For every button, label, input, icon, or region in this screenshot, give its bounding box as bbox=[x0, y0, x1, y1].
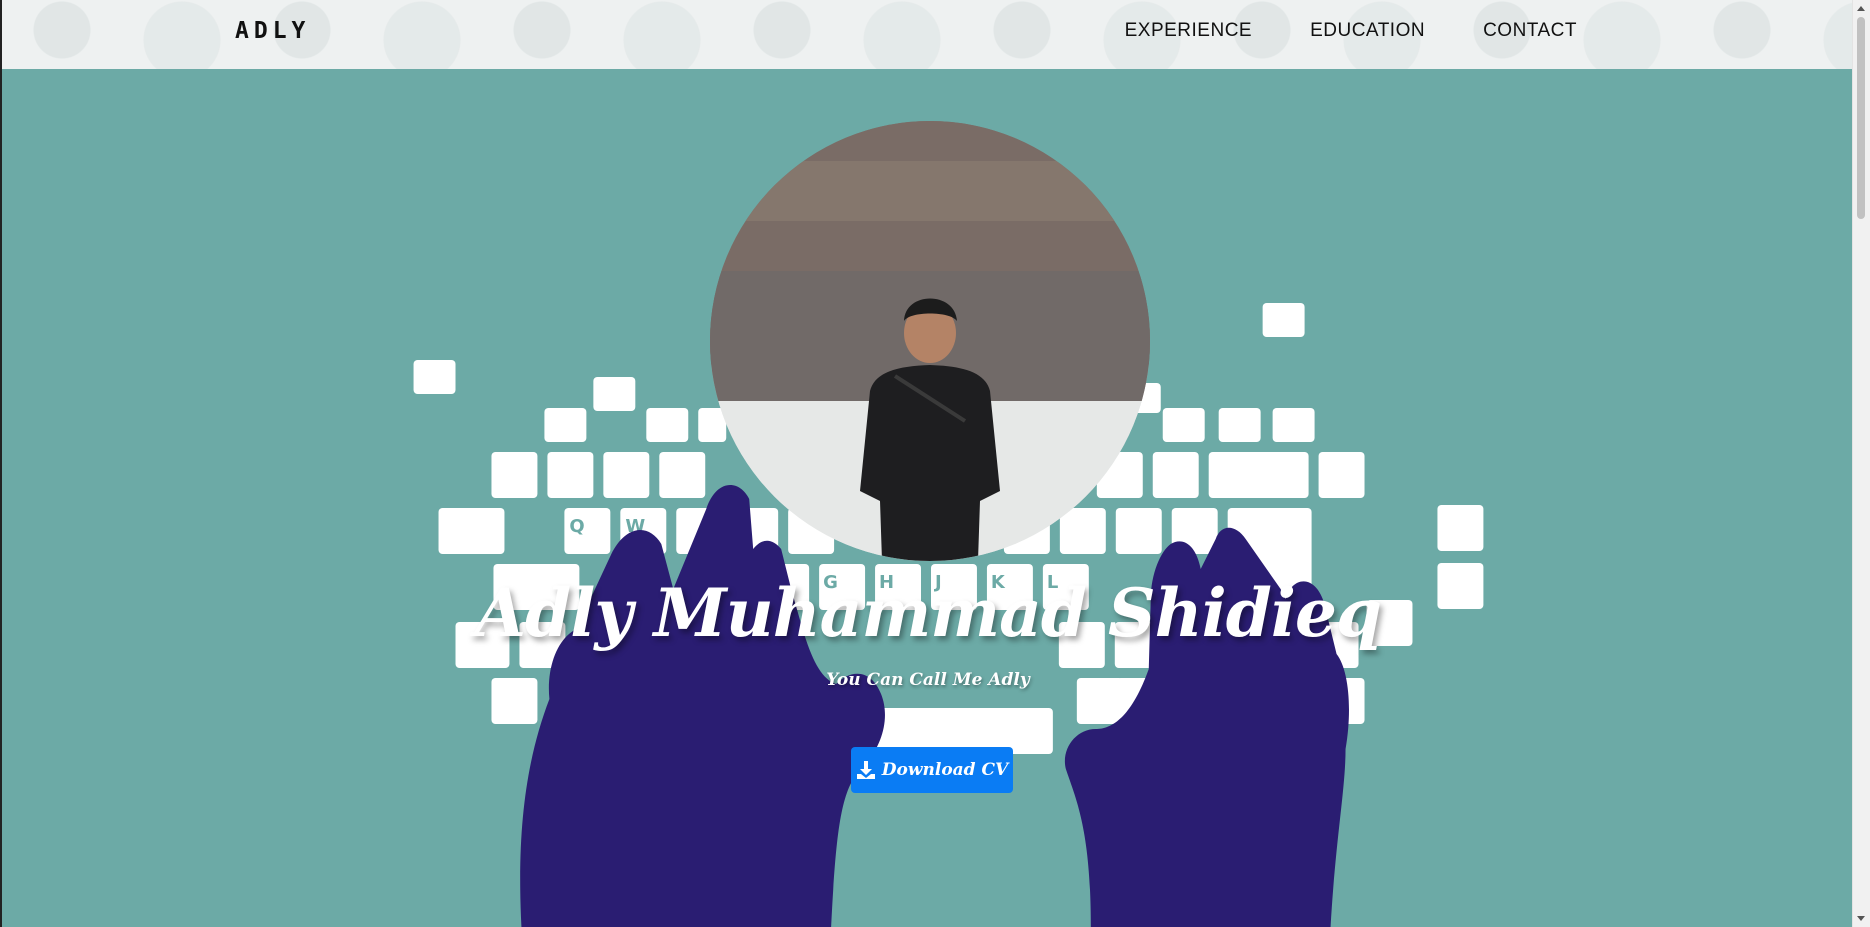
hero-subtitle: You Can Call Me Adly bbox=[826, 670, 1030, 690]
download-cv-button[interactable]: Download CV bbox=[851, 747, 1013, 793]
profile-photo bbox=[710, 121, 1150, 561]
hero-name: Adly Muhammad Shidieq bbox=[474, 574, 1382, 652]
nav-link-contact[interactable]: CONTACT bbox=[1483, 20, 1577, 42]
scroll-down-arrow-icon[interactable] bbox=[1857, 916, 1865, 921]
brand-logo[interactable]: ADLY bbox=[235, 18, 310, 44]
download-cv-label: Download CV bbox=[881, 760, 1009, 780]
scroll-thumb[interactable] bbox=[1857, 17, 1865, 219]
navbar: ADLY EXPERIENCE EDUCATION CONTACT bbox=[2, 0, 1852, 69]
scroll-up-arrow-icon[interactable] bbox=[1857, 6, 1865, 11]
nav-link-education[interactable]: EDUCATION bbox=[1310, 20, 1425, 42]
page-viewport: ADLY EXPERIENCE EDUCATION CONTACT Q W G … bbox=[0, 0, 1852, 927]
person-photo-illustration bbox=[710, 121, 1150, 561]
hero-section: Q W G H J K L M Adly Muhammad Shidieq Yo… bbox=[2, 69, 1852, 927]
download-icon bbox=[856, 761, 875, 779]
svg-text:Q: Q bbox=[569, 516, 584, 537]
page-scrollbar[interactable] bbox=[1852, 0, 1870, 927]
nav-link-experience[interactable]: EXPERIENCE bbox=[1125, 20, 1252, 42]
nav-menu: EXPERIENCE EDUCATION CONTACT bbox=[1125, 20, 1577, 42]
